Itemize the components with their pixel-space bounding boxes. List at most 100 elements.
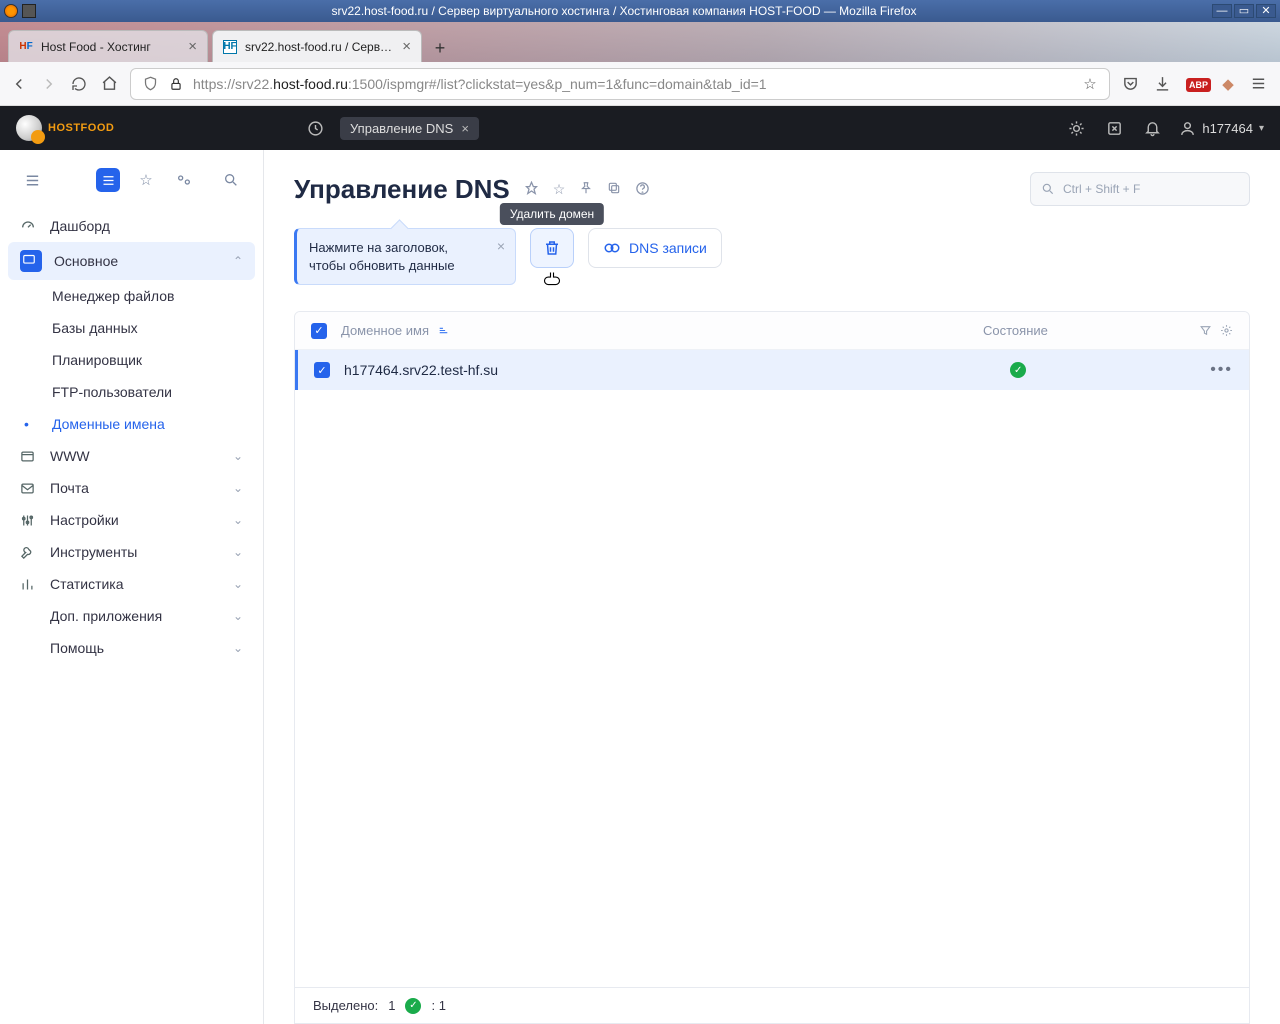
domains-table: ✓ Доменное имя Состояние ✓ h177464.srv22…: [294, 311, 1250, 1024]
theme-toggle-icon[interactable]: [1065, 117, 1087, 139]
menu-collapse-icon[interactable]: [20, 168, 44, 192]
expand-icon[interactable]: [1103, 117, 1125, 139]
chevron-down-icon: ⌄: [233, 513, 243, 527]
copy-icon[interactable]: [607, 181, 621, 198]
window-icons: [22, 4, 36, 18]
col-header-name[interactable]: Доменное имя: [341, 323, 983, 338]
row-domain-name: h177464.srv22.test-hf.su: [344, 362, 1010, 378]
pin-icon[interactable]: [524, 181, 539, 198]
footer-selected-label: Выделено:: [313, 998, 378, 1013]
logo-icon: [16, 115, 42, 141]
mail-icon: [20, 481, 38, 496]
button-label: DNS записи: [629, 240, 707, 256]
forward-button[interactable]: [40, 75, 58, 93]
chevron-down-icon: ⌄: [233, 481, 243, 495]
pin2-icon[interactable]: [579, 181, 593, 198]
header-tab-chip[interactable]: Управление DNS ×: [340, 117, 479, 140]
www-icon: [20, 449, 38, 464]
tab-close-icon[interactable]: ×: [402, 38, 411, 55]
chart-icon: [20, 577, 38, 592]
gear-icon[interactable]: [1220, 324, 1233, 337]
sort-asc-icon: [437, 324, 450, 337]
app-header: HOSTFOOD Управление DNS × h177464 ▾: [0, 106, 1280, 150]
dns-records-button[interactable]: DNS записи: [588, 228, 722, 268]
search-icon[interactable]: [219, 168, 243, 192]
bell-icon[interactable]: [1141, 117, 1163, 139]
page-search[interactable]: Ctrl + Shift + F: [1030, 172, 1250, 206]
sidebar-group-settings[interactable]: Настройки⌄: [0, 504, 263, 536]
home-button[interactable]: [100, 75, 118, 93]
row-more-icon[interactable]: •••: [1210, 361, 1233, 379]
save-to-pocket-icon[interactable]: [1122, 75, 1142, 92]
sidebar-item-label: Дашборд: [50, 218, 110, 234]
page-title: Управление DNS: [294, 174, 510, 205]
steps-icon[interactable]: [172, 168, 196, 192]
col-header-state[interactable]: Состояние: [983, 323, 1183, 338]
extension-icon[interactable]: ◆: [1218, 75, 1238, 93]
gauge-icon: [20, 218, 38, 234]
sidebar-item-label: Основное: [54, 253, 118, 269]
sidebar-group-main[interactable]: Основное ⌃: [8, 242, 255, 280]
logo-text: HOSTFOOD: [48, 122, 114, 134]
sidebar-group-www[interactable]: WWW⌄: [0, 440, 263, 472]
sidebar-item-cron[interactable]: Планировщик: [0, 344, 263, 376]
filter-icon[interactable]: [1199, 324, 1212, 337]
hint-text: Нажмите на заголовок, чтобы обновить дан…: [309, 240, 455, 273]
tab-label: Host Food - Хостинг: [41, 40, 180, 54]
sidebar-item-databases[interactable]: Базы данных: [0, 312, 263, 344]
cursor-icon: [543, 271, 561, 289]
clock-icon[interactable]: [304, 117, 326, 139]
search-placeholder: Ctrl + Shift + F: [1063, 182, 1140, 196]
browser-tab-active[interactable]: HF srv22.host-food.ru / Сервер… ×: [212, 30, 422, 62]
favicon-icon: HF: [223, 40, 237, 54]
star-icon[interactable]: ☆: [553, 181, 566, 198]
browser-toolbar: https://srv22.host-food.ru:1500/ispmgr#/…: [0, 62, 1280, 106]
table-row[interactable]: ✓ h177464.srv22.test-hf.su ✓ •••: [295, 350, 1249, 390]
browser-tab[interactable]: HF Host Food - Хостинг ×: [8, 30, 208, 62]
hint-close-icon[interactable]: ×: [497, 237, 505, 256]
user-menu[interactable]: h177464 ▾: [1179, 120, 1264, 137]
address-bar[interactable]: https://srv22.host-food.ru:1500/ispmgr#/…: [130, 68, 1110, 100]
delete-domain-button[interactable]: Удалить домен: [530, 228, 574, 268]
new-tab-button[interactable]: +: [426, 34, 454, 62]
row-checkbox[interactable]: ✓: [314, 362, 330, 378]
chevron-up-icon: ⌃: [233, 254, 243, 268]
sidebar-group-mail[interactable]: Почта⌄: [0, 472, 263, 504]
maximize-button[interactable]: ▭: [1234, 4, 1254, 18]
minimize-button[interactable]: —: [1212, 4, 1232, 18]
footer-selected-count: 1: [388, 998, 395, 1013]
sidebar-item-dashboard[interactable]: Дашборд: [0, 210, 263, 242]
close-icon[interactable]: ×: [461, 121, 469, 136]
abp-icon[interactable]: ABP: [1186, 75, 1206, 92]
os-window-title: srv22.host-food.ru / Сервер виртуального…: [36, 4, 1212, 18]
list-view-icon[interactable]: [96, 168, 120, 192]
star-view-icon[interactable]: ☆: [134, 168, 158, 192]
os-titlebar: srv22.host-food.ru / Сервер виртуального…: [0, 0, 1280, 22]
sidebar-item-filemanager[interactable]: Менеджер файлов: [0, 280, 263, 312]
tab-close-icon[interactable]: ×: [188, 38, 197, 55]
user-name: h177464: [1202, 121, 1253, 136]
sidebar-group-tools[interactable]: Инструменты⌄: [0, 536, 263, 568]
browser-tabbar: HF Host Food - Хостинг × HF srv22.host-f…: [0, 22, 1280, 62]
app-logo[interactable]: HOSTFOOD: [16, 115, 146, 141]
sidebar-group-stats[interactable]: Статистика⌄: [0, 568, 263, 600]
sidebar-group-addons[interactable]: Доп. приложения⌄: [0, 600, 263, 632]
sidebar-group-help[interactable]: Помощь⌄: [0, 632, 263, 664]
help-icon[interactable]: [635, 181, 650, 198]
sidebar-item-domains[interactable]: Доменные имена: [0, 408, 263, 440]
status-ok-icon: ✓: [405, 998, 421, 1014]
header-tab-label: Управление DNS: [350, 121, 453, 136]
downloads-icon[interactable]: [1154, 75, 1174, 92]
sidebar-item-ftp[interactable]: FTP-пользователи: [0, 376, 263, 408]
table-header: ✓ Доменное имя Состояние: [295, 312, 1249, 350]
back-button[interactable]: [10, 75, 28, 93]
folder-icon: [20, 250, 42, 272]
chevron-down-icon: ⌄: [233, 609, 243, 623]
select-all-checkbox[interactable]: ✓: [311, 323, 327, 339]
url-text: https://srv22.host-food.ru:1500/ispmgr#/…: [193, 76, 1073, 92]
reload-button[interactable]: [70, 75, 88, 93]
close-window-button[interactable]: ✕: [1256, 4, 1276, 18]
chevron-down-icon: ⌄: [233, 577, 243, 591]
bookmark-star-icon[interactable]: ☆: [1081, 75, 1099, 93]
hamburger-menu-icon[interactable]: [1250, 75, 1270, 92]
